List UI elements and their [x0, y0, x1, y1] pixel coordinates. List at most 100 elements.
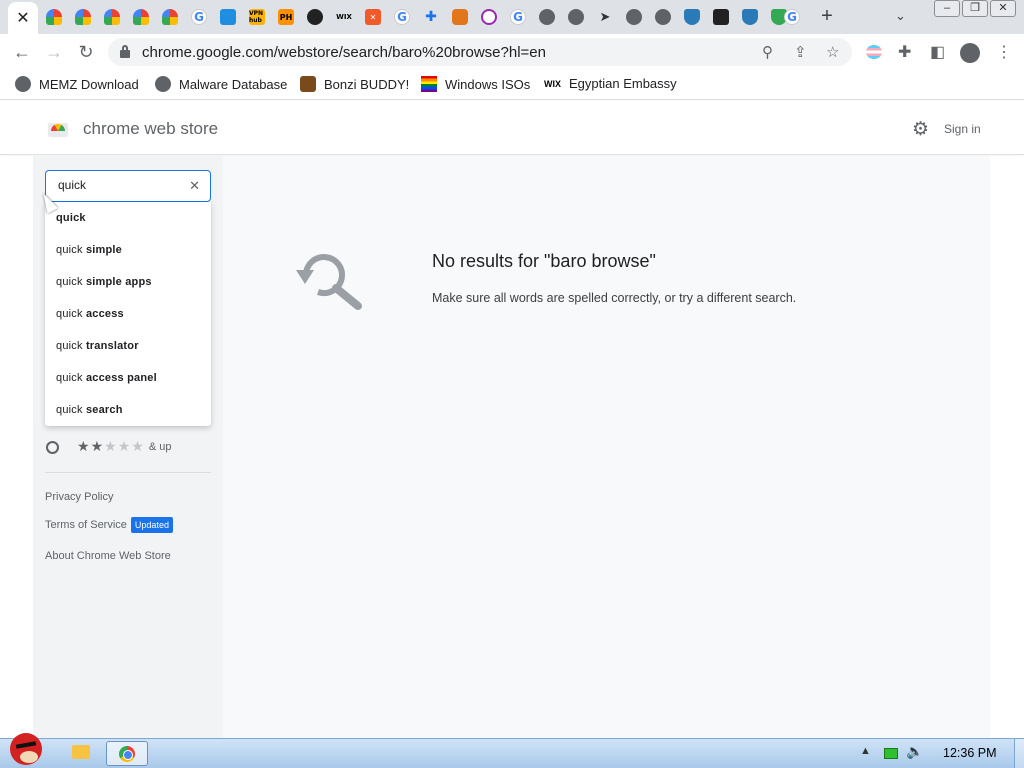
clear-search-icon[interactable]: ✕ — [189, 178, 200, 194]
bookmark-label: Bonzi BUDDY! — [324, 76, 410, 92]
suggestion-item[interactable]: quick simple apps — [45, 266, 211, 298]
bookmark-item[interactable]: Bonzi BUDDY! — [300, 76, 409, 92]
extensions-puzzle-icon[interactable]: ✚ — [898, 42, 911, 62]
taskbar-clock[interactable]: 12:36 PM — [943, 746, 997, 760]
tab[interactable] — [562, 4, 590, 30]
right-gutter — [990, 156, 1024, 738]
tab[interactable] — [620, 4, 648, 30]
webstore-rainbow-icon — [46, 9, 62, 25]
tab[interactable] — [649, 4, 677, 30]
star-icon: ★ — [117, 439, 132, 455]
tab[interactable] — [69, 4, 97, 30]
blue-app-icon — [220, 9, 236, 25]
tab[interactable]: G — [504, 4, 532, 30]
suggestion-item[interactable]: quick — [45, 202, 211, 234]
bookmark-item[interactable]: Malware Database — [155, 76, 287, 92]
webstore-rainbow-icon — [133, 9, 149, 25]
suggestion-item[interactable]: quick access panel — [45, 362, 211, 394]
tab-active[interactable]: ✕ — [8, 2, 38, 34]
bookmark-item[interactable]: WIX Egyptian Embassy — [544, 76, 677, 91]
tab[interactable]: ➤ — [591, 4, 619, 30]
taskbar-chrome-button[interactable] — [106, 741, 148, 766]
webstore-rainbow-icon — [75, 9, 91, 25]
tab[interactable]: PH — [272, 4, 300, 30]
webstore-rainbow-icon — [162, 9, 178, 25]
tab[interactable] — [475, 4, 503, 30]
chevron-down-icon[interactable]: ⌄ — [895, 8, 906, 24]
zoom-search-icon[interactable]: ⚲ — [762, 43, 773, 61]
chrome-icon — [119, 746, 135, 762]
suggestion-item[interactable]: quick translator — [45, 330, 211, 362]
orange-x-icon: ✕ — [365, 9, 381, 25]
suggestion-item[interactable]: quick search — [45, 394, 211, 426]
about-webstore-link[interactable]: About Chrome Web Store — [45, 550, 171, 562]
tab[interactable] — [40, 4, 68, 30]
suggestion-item[interactable]: quick simple — [45, 234, 211, 266]
store-title[interactable]: chrome web store — [83, 119, 218, 139]
suggestion-item[interactable]: quick access — [45, 298, 211, 330]
side-panel-icon[interactable]: ◧ — [930, 42, 945, 62]
tab[interactable] — [98, 4, 126, 30]
rating-filter: ★★★★★ & up — [46, 439, 171, 455]
new-tab-button[interactable]: + — [815, 6, 839, 28]
search-input[interactable] — [58, 178, 178, 192]
bookmark-item[interactable]: Windows ISOs — [421, 76, 530, 92]
tab[interactable]: G — [388, 4, 416, 30]
tab[interactable]: VPN hub — [243, 4, 271, 30]
show-desktop-button[interactable] — [1014, 739, 1024, 768]
more-menu-icon[interactable]: ⋮ — [996, 42, 1012, 62]
forward-arrow-icon[interactable]: → — [42, 40, 66, 64]
tab[interactable] — [736, 4, 764, 30]
sign-in-link[interactable]: Sign in — [944, 122, 981, 136]
bookmark-label: Malware Database — [179, 76, 288, 92]
tray-expand-icon[interactable]: ▲ — [860, 745, 871, 757]
bookmark-label: Windows ISOs — [445, 76, 531, 92]
lock-icon[interactable] — [120, 45, 130, 58]
tab[interactable]: ✚ — [417, 4, 445, 30]
left-gutter — [0, 156, 33, 738]
privacy-policy-link[interactable]: Privacy Policy — [45, 491, 113, 503]
trans-flag-extension-icon[interactable] — [866, 45, 882, 59]
restore-button[interactable]: ❐ — [962, 0, 988, 17]
metamask-fox-icon — [452, 9, 468, 25]
tab[interactable] — [707, 4, 735, 30]
close-icon[interactable]: ✕ — [16, 8, 29, 28]
gear-icon[interactable]: ⚙ — [912, 118, 929, 141]
tab[interactable] — [301, 4, 329, 30]
tab[interactable] — [678, 4, 706, 30]
tab[interactable]: G — [778, 4, 806, 30]
tab[interactable]: WIX — [330, 4, 358, 30]
battery-icon[interactable] — [884, 748, 898, 759]
tab[interactable]: ✕ — [359, 4, 387, 30]
minimize-button[interactable]: – — [934, 0, 960, 17]
address-url[interactable]: chrome.google.com/webstore/search/baro%2… — [142, 44, 546, 61]
rating-stars: ★★★★★ — [77, 439, 145, 455]
wix-icon: WIX — [336, 13, 352, 21]
share-icon[interactable]: ⇪ — [794, 43, 807, 61]
terms-of-service-link[interactable]: Terms of Service Updated — [45, 517, 173, 533]
globe-icon — [655, 9, 671, 25]
address-bar[interactable]: chrome.google.com/webstore/search/baro%2… — [108, 38, 852, 66]
tab[interactable] — [446, 4, 474, 30]
reload-icon[interactable]: ↻ — [74, 40, 98, 64]
tab[interactable] — [214, 4, 242, 30]
volume-icon[interactable]: 🔈 — [906, 744, 923, 760]
tab[interactable] — [533, 4, 561, 30]
rating-radio[interactable] — [46, 440, 59, 454]
webstore-logo-icon[interactable] — [48, 119, 68, 137]
folder-icon[interactable] — [72, 745, 90, 759]
globe-icon — [155, 76, 171, 92]
profile-avatar[interactable] — [960, 43, 980, 63]
bookmark-star-icon[interactable]: ☆ — [826, 43, 839, 61]
tab[interactable]: G — [185, 4, 213, 30]
ph-icon: PH — [278, 9, 294, 25]
back-arrow-icon[interactable]: ← — [10, 40, 34, 64]
close-window-button[interactable]: ✕ — [990, 0, 1016, 17]
bookmark-item[interactable]: MEMZ Download — [15, 76, 139, 92]
tab[interactable] — [156, 4, 184, 30]
start-button-angry-bird-icon[interactable] — [4, 729, 48, 768]
no-results-title: No results for "baro browse" — [432, 251, 656, 271]
tab[interactable] — [127, 4, 155, 30]
rainbow-flag-icon — [421, 76, 437, 92]
webstore-rainbow-icon — [104, 9, 120, 25]
